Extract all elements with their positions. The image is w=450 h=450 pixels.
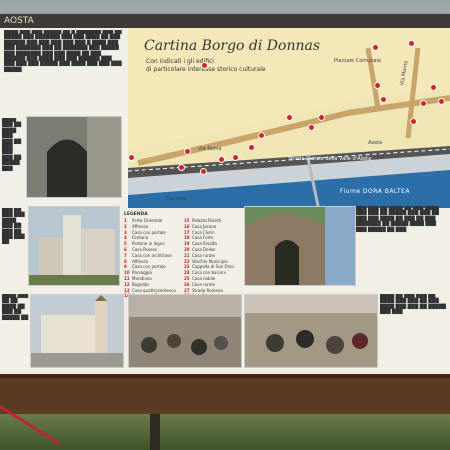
map-pin[interactable] bbox=[232, 154, 239, 161]
legend-text: Meridiana bbox=[132, 275, 152, 281]
board-header: AOSTA bbox=[0, 14, 450, 28]
map-pin[interactable] bbox=[318, 114, 325, 121]
photo-church bbox=[30, 294, 124, 368]
church-illustration bbox=[31, 295, 123, 367]
legend-text: Casa con architrave bbox=[132, 252, 172, 258]
label-piazzale: Piazzale Comunale bbox=[334, 58, 382, 64]
map-pin[interactable] bbox=[184, 148, 191, 155]
map-pin[interactable] bbox=[286, 114, 293, 121]
gate-illustration bbox=[245, 207, 355, 285]
board-post bbox=[150, 414, 160, 450]
photo-market-square bbox=[128, 294, 242, 368]
legend-text: Casa rurale bbox=[192, 252, 215, 258]
legend-text: Casa con portale bbox=[132, 264, 166, 270]
legend: LEGENDA 1 Porta Orientale 2 Affresco 3 Casa c… bbox=[124, 212, 242, 304]
legend-text: Casa con balconi bbox=[192, 270, 226, 276]
info-board: AOSTA ████ ███ ███ █████ ██ █ ███████ ██… bbox=[0, 14, 450, 384]
grass bbox=[0, 414, 450, 450]
photo-stone-gate bbox=[244, 206, 356, 286]
market-illustration bbox=[129, 295, 241, 367]
map-pin[interactable] bbox=[380, 96, 387, 103]
label-via-roma: Via Roma bbox=[198, 146, 222, 152]
street-illustration bbox=[245, 295, 377, 367]
legend-text: Casa Rivolta bbox=[192, 241, 217, 247]
map-title: Cartina Borgo di Donnas bbox=[144, 38, 321, 54]
legend-text: Casa Jacono bbox=[192, 223, 217, 229]
legend-right-column: 15 Palazzo Rivetti 16 Casa Jacono 17 Casa Cle… bbox=[184, 218, 242, 299]
legend-text: Casa con portale bbox=[132, 229, 166, 235]
text-block-gate: ███ ███ ██ ████ ██ ███ ████ ███ ███ ██ █… bbox=[356, 206, 439, 233]
map-pin[interactable] bbox=[178, 164, 185, 171]
side-text-3: ████ ███ ██ ██ ████ ██ ███ ██ █████ ██ bbox=[2, 294, 29, 321]
legend-text: Portone in legno bbox=[132, 241, 165, 247]
legend-text: Passaggio bbox=[132, 270, 152, 276]
intro-text-block: ████ ███ ███ █████ ██ █ ███████ ███ ██ █… bbox=[4, 30, 122, 73]
photo-street-crowd bbox=[244, 294, 378, 368]
map-pin[interactable] bbox=[201, 62, 208, 69]
legend-text: Porta Orientale bbox=[132, 218, 163, 223]
photo-castle-tower bbox=[28, 206, 120, 286]
arch-illustration bbox=[27, 117, 121, 197]
map-pin[interactable] bbox=[410, 118, 417, 125]
legend-text: Casa nobile bbox=[192, 275, 216, 281]
legend-text: Affresco bbox=[132, 223, 149, 229]
legend-left-column: 1 Porta Orientale 2 Affresco 3 Casa con porta… bbox=[124, 218, 182, 299]
subtitle-part-1: Con indicati i bbox=[146, 58, 187, 65]
header-text: AOSTA bbox=[4, 16, 34, 26]
legend-text: Vecchio Municipio bbox=[192, 258, 228, 264]
legend-text: Casa quattrocentesca bbox=[132, 287, 176, 293]
label-aosta: Aosta bbox=[368, 140, 383, 146]
label-piazza: Piazza S. Orso bbox=[144, 170, 180, 176]
legend-text: Affresco bbox=[132, 258, 149, 264]
side-text-1: ████ ███ ██ ████ ███ ███ ██ ███ ███ ███ … bbox=[2, 118, 22, 172]
label-strada-statale: Strada Statale della Valle d'Aosta bbox=[288, 156, 372, 162]
label-fiume: Fiume DORA BALTEA bbox=[340, 188, 411, 195]
map-pin[interactable] bbox=[408, 40, 415, 47]
board-frame bbox=[0, 374, 450, 418]
legend-text: Fontana bbox=[132, 235, 149, 241]
legend-text: Strada Romana bbox=[192, 287, 223, 293]
map-pin[interactable] bbox=[218, 156, 225, 163]
tower-illustration bbox=[29, 207, 119, 285]
legend-text: Casa Pavese bbox=[132, 246, 158, 252]
map-pin[interactable] bbox=[372, 44, 379, 51]
map-pin[interactable] bbox=[438, 98, 445, 105]
map-pin[interactable] bbox=[128, 154, 135, 161]
legend-text: Casa rurale bbox=[192, 281, 215, 287]
photo-stone-arch bbox=[26, 116, 122, 198]
map-pin[interactable] bbox=[308, 124, 315, 131]
map-pin[interactable] bbox=[248, 144, 255, 151]
legend-text: Casa Clerin bbox=[192, 229, 215, 235]
legend-text: Casa Forte bbox=[192, 235, 214, 241]
map-pin[interactable] bbox=[200, 168, 207, 175]
map-pin[interactable] bbox=[374, 82, 381, 89]
map-pin[interactable] bbox=[420, 100, 427, 107]
text-block-street: ████ ██ ███ ███ ██ ████ ███ ███ ██ ███ █… bbox=[380, 294, 446, 316]
side-text-2: ███ ██ ███ ███ ████ ███ ██ ███ ██ ███ ██… bbox=[2, 208, 25, 246]
legend-title: LEGENDA bbox=[124, 212, 148, 217]
legend-text: Bugnato bbox=[132, 281, 149, 287]
map-pin[interactable] bbox=[430, 84, 437, 91]
label-ferrovia: Ferrovia bbox=[166, 196, 187, 202]
legend-text: Palazzo Rivetti bbox=[192, 218, 222, 223]
legend-text: Cappella di San Orso bbox=[192, 264, 234, 270]
legend-text: Casa Dellas bbox=[192, 246, 216, 252]
village-map: Cartina Borgo di Donnas Con indicati i g… bbox=[128, 28, 450, 208]
map-pin[interactable] bbox=[258, 132, 265, 139]
